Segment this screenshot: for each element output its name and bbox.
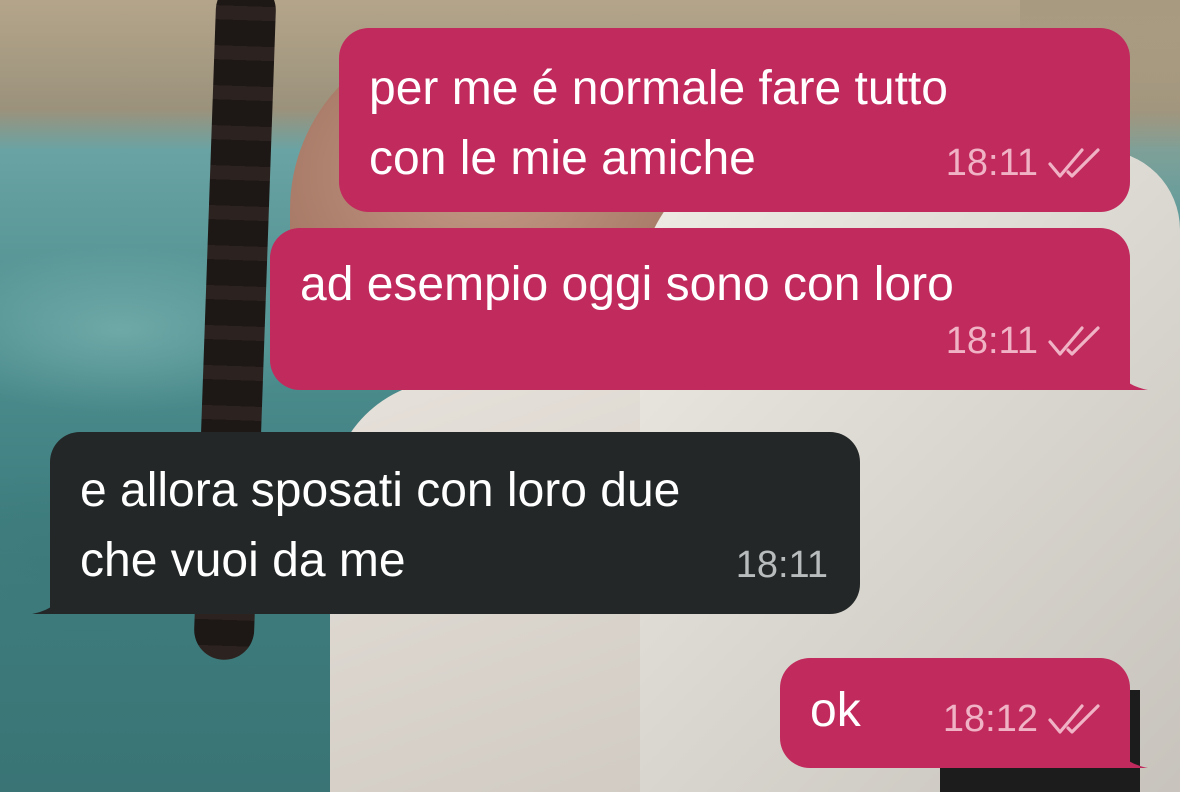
bubble-tail (1108, 728, 1148, 768)
message-bubble-incoming[interactable]: e allora sposati con loro due che vuoi d… (32, 432, 860, 614)
message-time: 18:11 (735, 544, 828, 586)
bubble-tail (1108, 350, 1148, 390)
message-meta: 18:11 (946, 128, 1102, 198)
message-text: e allora sposati con loro due che vuoi d… (80, 464, 681, 587)
message-bubble-outgoing[interactable]: ok 18:12 (780, 658, 1148, 768)
double-check-icon (1048, 704, 1100, 734)
message-meta: 18:12 (943, 684, 1102, 754)
message-bubble-outgoing[interactable]: ad esempio oggi sono con loro 18:11 (270, 228, 1148, 390)
message-meta: 18:11 (946, 306, 1102, 376)
message-bubble-outgoing[interactable]: per me é normale fare tutto con le mie a… (339, 28, 1130, 212)
message-time: 18:11 (945, 320, 1038, 362)
message-time: 18:12 (942, 698, 1038, 740)
message-time: 18:11 (945, 142, 1038, 184)
double-check-icon (1048, 326, 1100, 356)
double-check-icon (1048, 148, 1100, 178)
bubble-tail (32, 574, 72, 614)
message-meta: 18:11 (736, 530, 828, 600)
